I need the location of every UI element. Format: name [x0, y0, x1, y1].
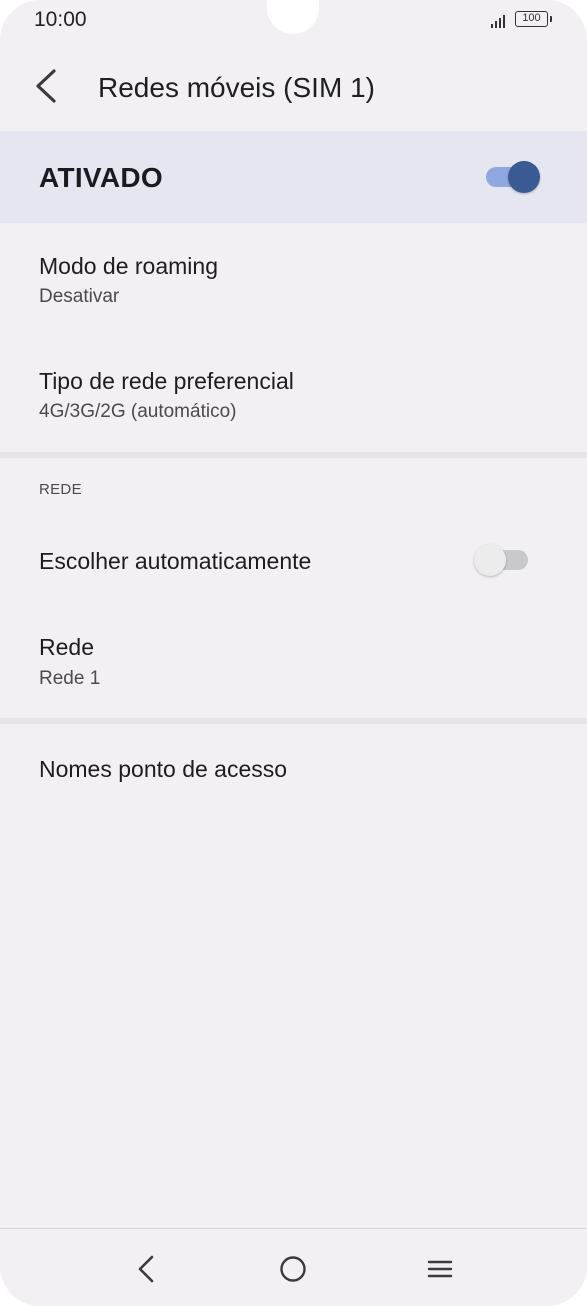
nav-back-button[interactable]: [124, 1247, 168, 1291]
section-divider: [0, 718, 587, 724]
navigation-bar: [0, 1228, 587, 1306]
nav-menu-button[interactable]: [418, 1247, 462, 1291]
nav-back-icon: [138, 1255, 154, 1283]
network-summary: Rede 1: [39, 668, 101, 689]
auto-select-network-title: Escolher automaticamente: [39, 548, 312, 574]
preferred-network-type-item[interactable]: Tipo de rede preferencial 4G/3G/2G (auto…: [0, 346, 587, 446]
auto-select-toggle-switch[interactable]: [474, 541, 532, 579]
master-toggle-switch[interactable]: [486, 158, 540, 196]
auto-select-network-item[interactable]: Escolher automaticamente: [0, 520, 587, 604]
status-bar: 10:00 100: [0, 0, 587, 40]
auto-select-toggle-thumb: [474, 544, 506, 576]
master-toggle-thumb: [508, 161, 540, 193]
page-title: Redes móveis (SIM 1): [98, 72, 375, 103]
status-time: 10:00: [34, 8, 87, 31]
roaming-mode-summary: Desativar: [39, 286, 120, 307]
preferred-network-type-title: Tipo de rede preferencial: [39, 368, 294, 394]
network-section-header: REDE: [39, 481, 82, 498]
network-item[interactable]: Rede Rede 1: [0, 618, 587, 710]
access-point-names-title: Nomes ponto de acesso: [39, 756, 288, 782]
back-button[interactable]: [20, 64, 68, 108]
battery-level: 100: [522, 12, 541, 24]
app-bar: Redes móveis (SIM 1): [0, 52, 587, 122]
roaming-mode-item[interactable]: Modo de roaming Desativar: [0, 233, 587, 333]
battery-icon: 100: [515, 11, 552, 27]
phone-screen: 10:00 100 Redes móveis (SIM 1) ATIVADO M…: [0, 0, 587, 1306]
master-switch-label: ATIVADO: [39, 162, 163, 193]
preferred-network-type-summary: 4G/3G/2G (automático): [39, 401, 237, 422]
menu-icon: [427, 1260, 453, 1278]
access-point-names-item[interactable]: Nomes ponto de acesso: [0, 732, 587, 808]
chevron-left-icon: [36, 69, 56, 103]
roaming-mode-title: Modo de roaming: [39, 253, 218, 279]
nav-home-button[interactable]: [271, 1247, 315, 1291]
master-switch-row[interactable]: ATIVADO: [0, 131, 587, 223]
signal-icon: [489, 14, 511, 28]
home-circle-icon: [280, 1256, 306, 1282]
section-divider: [0, 452, 587, 458]
network-title: Rede: [39, 634, 94, 660]
